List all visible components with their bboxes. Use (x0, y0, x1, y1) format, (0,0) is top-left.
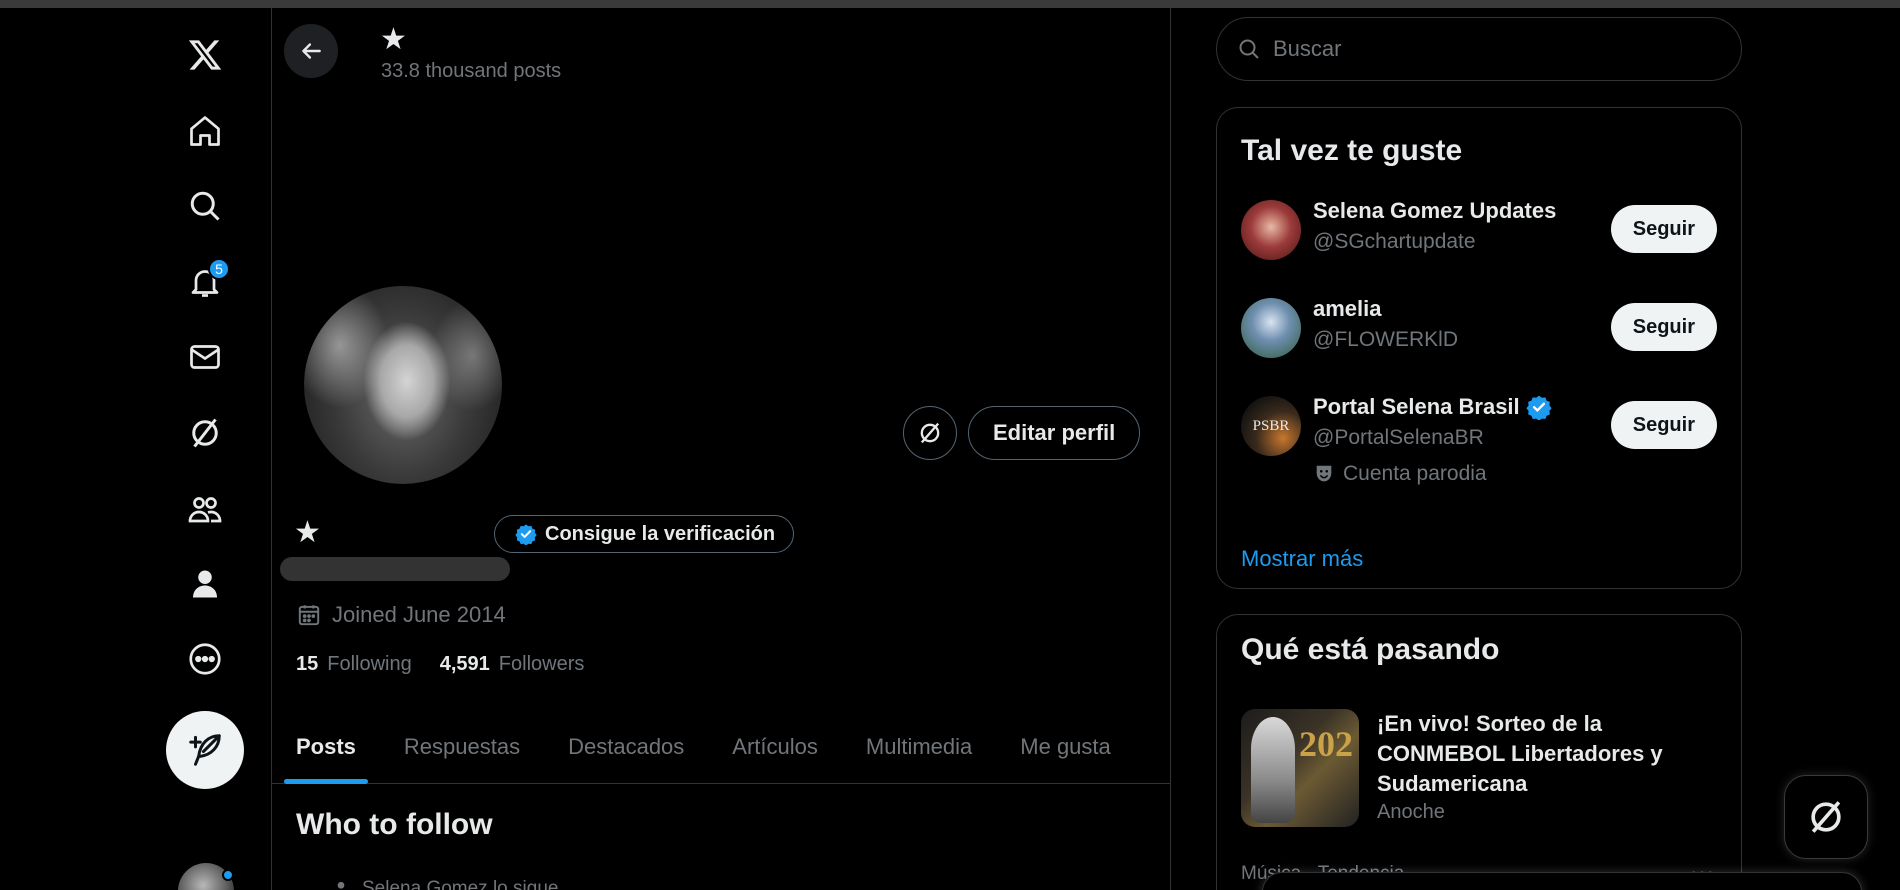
followers-label: Followers (498, 653, 585, 675)
following-label: Following (327, 653, 412, 675)
followers-count: 4,591 (439, 653, 490, 675)
trend-headline[interactable]: ¡En vivo! Sorteo de la CONMEBOL Libertad… (1377, 709, 1717, 799)
messages-drawer[interactable] (1262, 872, 1862, 890)
suggestion-avatar[interactable]: PSBR (1241, 396, 1301, 456)
suggestion-name: Selena Gomez Updates (1313, 198, 1557, 223)
following-link[interactable]: 15 Following (296, 653, 412, 676)
tab-likes[interactable]: Me gusta (996, 710, 1135, 784)
grok-icon (1811, 801, 1841, 833)
parody-label-text: Cuenta parodia (1343, 462, 1487, 485)
trend-thumbnail-text: 202 (1299, 724, 1353, 764)
show-more-link[interactable]: Mostrar más (1241, 546, 1363, 572)
left-navigation: 5 (0, 8, 272, 890)
search-input[interactable] (1273, 36, 1713, 62)
x-logo-icon[interactable] (176, 26, 234, 84)
suggestion-item[interactable]: PSBR Portal Selena Brasil @PortalSelenaB… (1241, 394, 1717, 506)
tab-replies[interactable]: Respuestas (380, 710, 544, 784)
account-status-dot (222, 869, 234, 881)
following-count: 15 (296, 653, 319, 675)
header-posts-count: 33.8 thousand posts (381, 60, 562, 82)
suggestion-avatar[interactable] (1241, 298, 1301, 358)
search-box[interactable] (1216, 17, 1742, 81)
parody-label: Cuenta parodia (1313, 462, 1487, 486)
grok-icon (920, 422, 940, 444)
trends-card: Qué está pasando 202 ¡En vivo! Sorteo de… (1216, 614, 1742, 890)
tab-articles[interactable]: Artículos (708, 710, 842, 784)
suggestions-title: Tal vez te guste (1241, 134, 1463, 167)
grok-icon[interactable] (176, 404, 234, 462)
suggestion-handle: @FLOWERKlD (1313, 328, 1458, 351)
compose-button[interactable] (166, 711, 244, 789)
tab-highlights[interactable]: Destacados (544, 710, 708, 784)
communities-icon[interactable] (176, 480, 234, 538)
search-icon (1239, 39, 1259, 59)
profile-banner[interactable] (272, 94, 1170, 284)
suggestion-name-row: Portal Selena Brasil (1313, 394, 1552, 420)
follow-button[interactable]: Seguir (1610, 401, 1717, 449)
right-sidebar: Tal vez te guste Selena Gomez Updates @S… (1216, 8, 1742, 890)
profile-display-name: ★ (294, 516, 321, 549)
tab-media[interactable]: Multimedia (842, 710, 996, 784)
grok-floating-button[interactable] (1784, 775, 1868, 859)
verified-badge-icon (1526, 395, 1552, 420)
suggestion-item[interactable]: Selena Gomez Updates @SGchartupdate Segu… (1241, 198, 1717, 280)
get-verified-button[interactable]: Consigue la verificación (494, 515, 795, 553)
joined-date: Joined June 2014 (296, 602, 506, 628)
theater-mask-icon (1316, 465, 1332, 482)
profile-column: ★ 33.8 thousand posts Editar perfil ★ Co… (271, 8, 1171, 890)
verified-badge-icon (515, 524, 537, 545)
profile-icon[interactable] (176, 555, 234, 613)
search-icon[interactable] (176, 177, 234, 235)
follow-button[interactable]: Seguir (1610, 205, 1717, 253)
suggestion-handle: @PortalSelenaBR (1313, 426, 1484, 449)
tab-posts[interactable]: Posts (272, 710, 380, 784)
edit-profile-button[interactable]: Editar perfil (968, 406, 1141, 460)
follow-stats: 15 Following 4,591 Followers (296, 653, 584, 676)
compose-icon (189, 734, 221, 766)
who-to-follow-context: Selena Gomez lo sigue (332, 878, 558, 890)
notifications-badge: 5 (208, 258, 230, 280)
back-button[interactable] (284, 24, 338, 78)
who-to-follow-title: Who to follow (296, 808, 493, 841)
grok-profile-button[interactable] (903, 406, 957, 460)
trends-title: Qué está pasando (1241, 633, 1500, 666)
profile-avatar[interactable] (300, 282, 506, 488)
follow-button[interactable]: Seguir (1610, 303, 1717, 351)
suggestion-item[interactable]: amelia @FLOWERKlD Seguir (1241, 296, 1717, 378)
suggestion-handle: @SGchartupdate (1313, 230, 1476, 253)
suggestion-name: Portal Selena Brasil (1313, 394, 1520, 419)
home-icon[interactable] (176, 102, 234, 160)
who-to-follow-context-label: Selena Gomez lo sigue (362, 878, 559, 890)
trend-time: Anoche (1377, 801, 1445, 823)
who-to-follow-card: Tal vez te guste Selena Gomez Updates @S… (1216, 107, 1742, 589)
suggestion-avatar[interactable] (1241, 200, 1301, 260)
person-icon (337, 881, 345, 889)
calendar-icon (298, 605, 320, 626)
profile-handle-redacted (280, 557, 510, 581)
messages-icon[interactable] (176, 328, 234, 386)
trend-thumbnail[interactable]: 202 (1241, 709, 1359, 827)
header-display-name: ★ (380, 23, 407, 56)
notifications-icon[interactable]: 5 (176, 253, 234, 311)
get-verified-label: Consigue la verificación (545, 522, 776, 545)
arrow-left-icon (302, 43, 321, 59)
profile-tabs: Posts Respuestas Destacados Artículos Mu… (272, 710, 1170, 784)
more-icon[interactable] (176, 630, 234, 688)
followers-link[interactable]: 4,591 Followers (440, 653, 585, 676)
joined-label: Joined June 2014 (332, 602, 506, 627)
browser-top-strip (0, 0, 1900, 8)
suggestion-name: amelia (1313, 296, 1382, 321)
trophy-image (1251, 717, 1295, 823)
